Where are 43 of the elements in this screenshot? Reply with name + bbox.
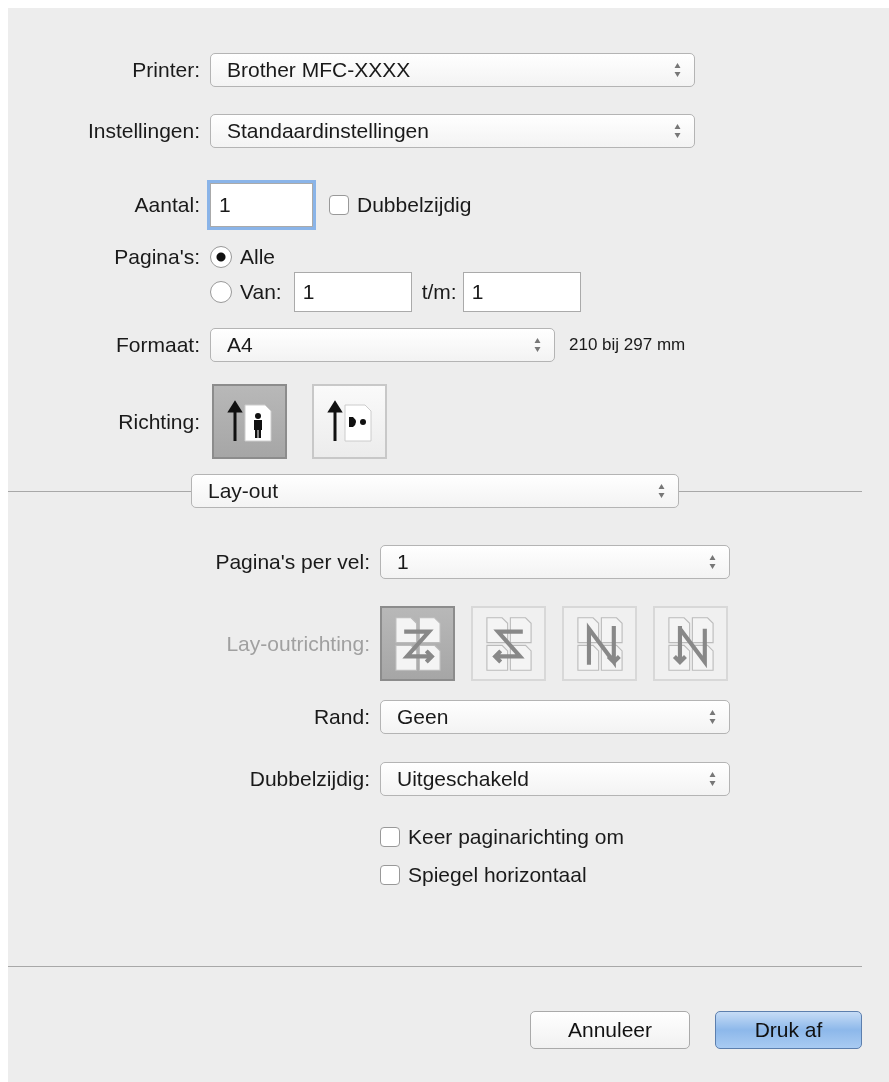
landscape-button[interactable] <box>312 384 387 459</box>
option-checkbox[interactable] <box>380 827 400 847</box>
duplex-checkbox[interactable] <box>329 195 349 215</box>
copies-field[interactable]: 1 <box>210 183 313 227</box>
copies-label: Aantal: <box>133 193 201 217</box>
pages-per-sheet-popup[interactable]: 1 <box>380 545 730 579</box>
stepper-icon <box>533 337 542 353</box>
paper-size-label: Formaat: <box>114 333 201 357</box>
option-label: Spiegel horizontaal <box>408 863 587 887</box>
pages-per-sheet-label: Pagina's per vel: <box>214 550 371 574</box>
printer-label: Printer: <box>131 58 201 82</box>
radio-label: Van: <box>240 280 282 304</box>
option-label: Keer paginarichting om <box>408 825 624 849</box>
cancel-button[interactable]: Annuleer <box>530 1011 690 1049</box>
paper-size-popup[interactable]: A4 <box>210 328 555 362</box>
radio-label: Alle <box>240 245 276 269</box>
stepper-icon <box>708 771 717 787</box>
stepper-icon <box>673 62 682 78</box>
print-button[interactable]: Druk af <box>715 1011 862 1049</box>
duplex-label: Dubbelzijdig <box>357 193 472 217</box>
from-field[interactable]: 1 <box>293 272 412 312</box>
border-popup[interactable]: Geen <box>380 700 730 734</box>
border-label: Rand: <box>312 705 371 729</box>
stepper-icon <box>673 123 682 139</box>
two-sided-label: Dubbelzijdig: <box>248 767 371 791</box>
to-label: t/m: <box>421 280 457 304</box>
printer-popup[interactable]: Brother MFC-XXXX <box>210 53 695 87</box>
to-field[interactable]: 1 <box>462 272 581 312</box>
paper-dimensions: 210 bij 297 mm <box>569 335 686 355</box>
two-sided-popup[interactable]: Uitgeschakeld <box>380 762 730 796</box>
radio-button[interactable] <box>210 281 232 303</box>
radio-button[interactable] <box>210 246 232 268</box>
orientation-label: Richting: <box>117 409 201 434</box>
presets-popup[interactable]: Standaardinstellingen <box>210 114 695 148</box>
pages-label: Pagina's: <box>113 245 201 269</box>
stepper-icon <box>657 483 666 499</box>
portrait-button[interactable] <box>212 384 287 459</box>
option-checkbox[interactable] <box>380 865 400 885</box>
stepper-icon <box>708 554 717 570</box>
section-popup[interactable]: Lay-out <box>191 474 679 508</box>
stepper-icon <box>708 709 717 725</box>
layout-direction-label: Lay-outrichting: <box>225 631 371 656</box>
presets-label: Instellingen: <box>86 119 201 143</box>
